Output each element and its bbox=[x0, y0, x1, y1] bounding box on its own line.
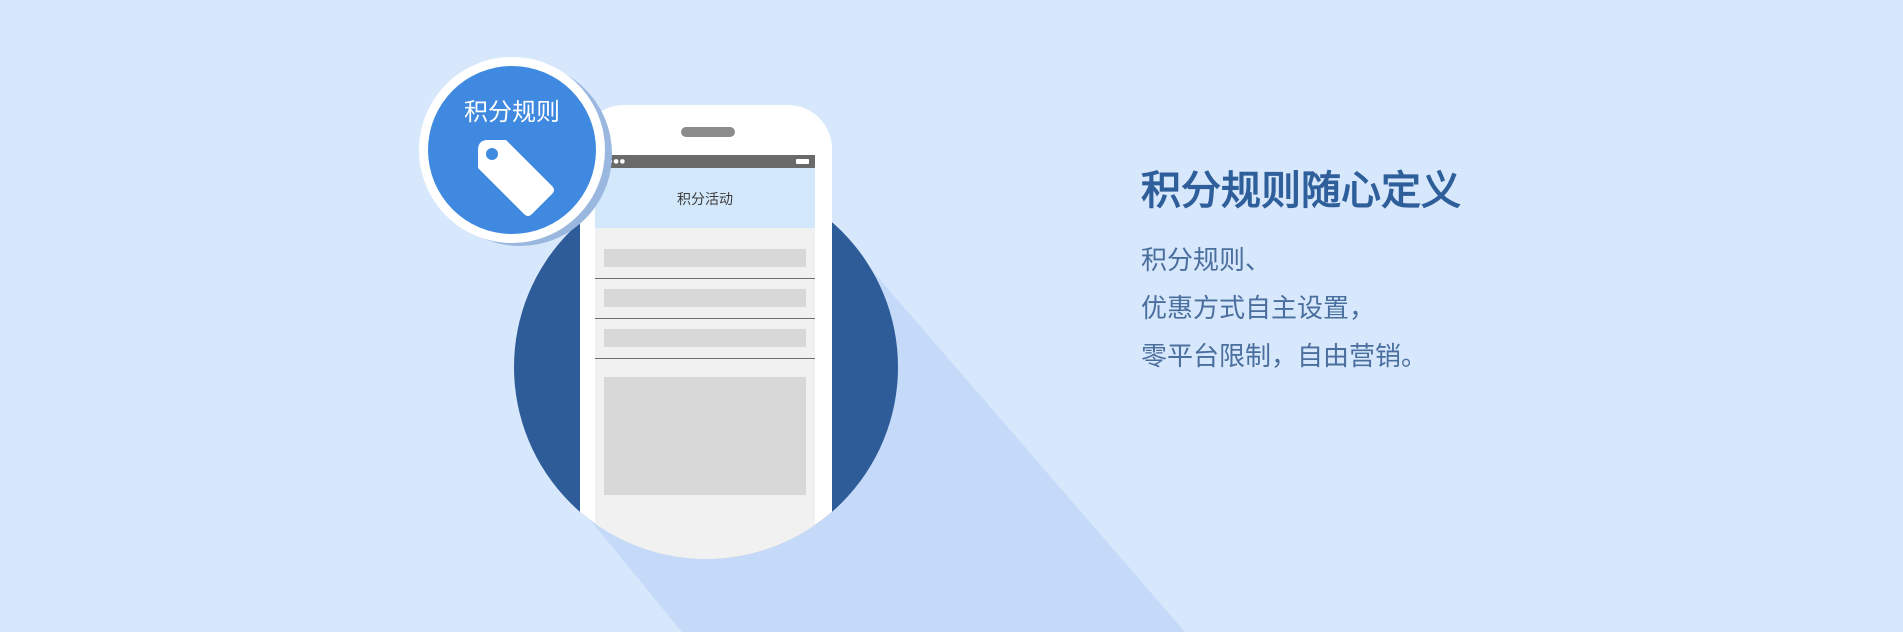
tag-icon bbox=[478, 140, 554, 216]
screen-header: 积分活动 bbox=[595, 168, 815, 225]
description-line: 积分规则、 bbox=[1141, 246, 1272, 276]
content-placeholder bbox=[604, 377, 806, 495]
badge-label: 积分规则 bbox=[464, 98, 560, 126]
screen-title: 积分活动 bbox=[677, 192, 733, 208]
phone-body: ●●●● 积分活动 bbox=[580, 105, 832, 225]
list-item-placeholder bbox=[604, 329, 806, 347]
phone-speaker bbox=[681, 127, 735, 137]
phone-screen: ●●●● 积分活动 bbox=[595, 175, 815, 559]
phone: ●●●● 积分活动 bbox=[580, 175, 832, 559]
phone-top: ●●●● 积分活动 bbox=[580, 105, 832, 225]
battery-icon bbox=[796, 159, 809, 164]
description-line: 优惠方式自主设置， bbox=[1141, 294, 1376, 324]
long-shadow bbox=[590, 245, 1185, 632]
description-line: 零平台限制，自由营销。 bbox=[1141, 342, 1428, 372]
divider bbox=[595, 278, 815, 279]
banner: ●●●● 积分活动 ●●●● bbox=[0, 0, 1903, 632]
divider bbox=[595, 358, 815, 359]
divider bbox=[595, 318, 815, 319]
list-item-placeholder bbox=[604, 289, 806, 307]
phone-clip: ●●●● 积分活动 bbox=[514, 175, 898, 559]
phone-screen: ●●●● 积分活动 bbox=[595, 155, 815, 225]
headline: 积分规则随心定义 bbox=[1141, 168, 1461, 214]
status-bar: ●●●● bbox=[595, 155, 815, 168]
list-item-placeholder bbox=[604, 249, 806, 267]
